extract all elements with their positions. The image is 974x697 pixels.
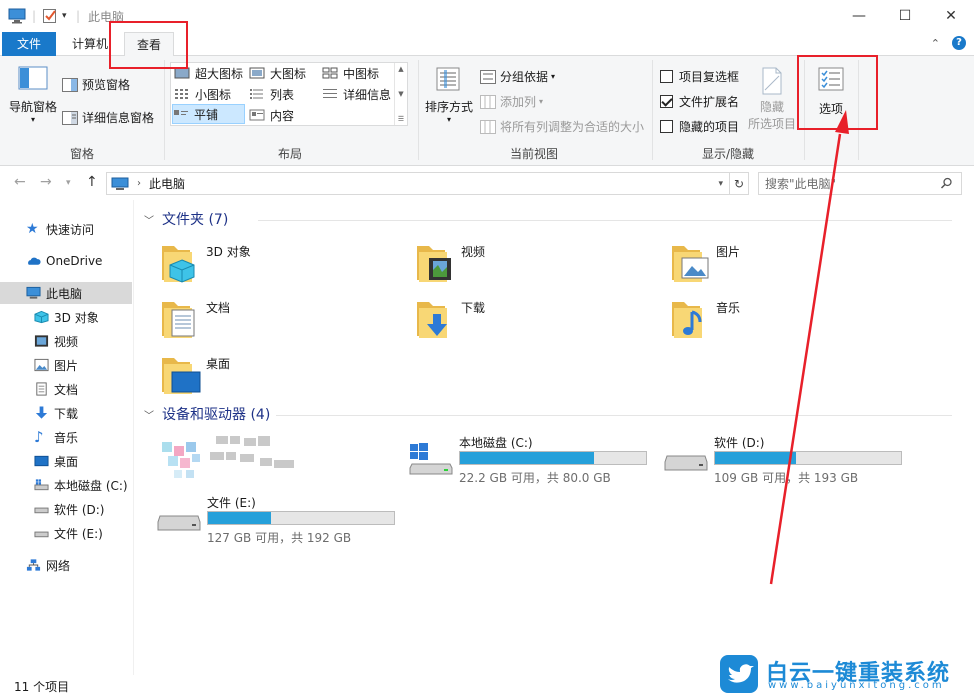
watermark-url: www.baiyunxitong.com [768,680,945,691]
watermark: 白云一键重装系统 www.baiyunxitong.com [720,650,974,697]
annotation-arrow [769,110,849,585]
bird-logo-icon [720,654,758,693]
